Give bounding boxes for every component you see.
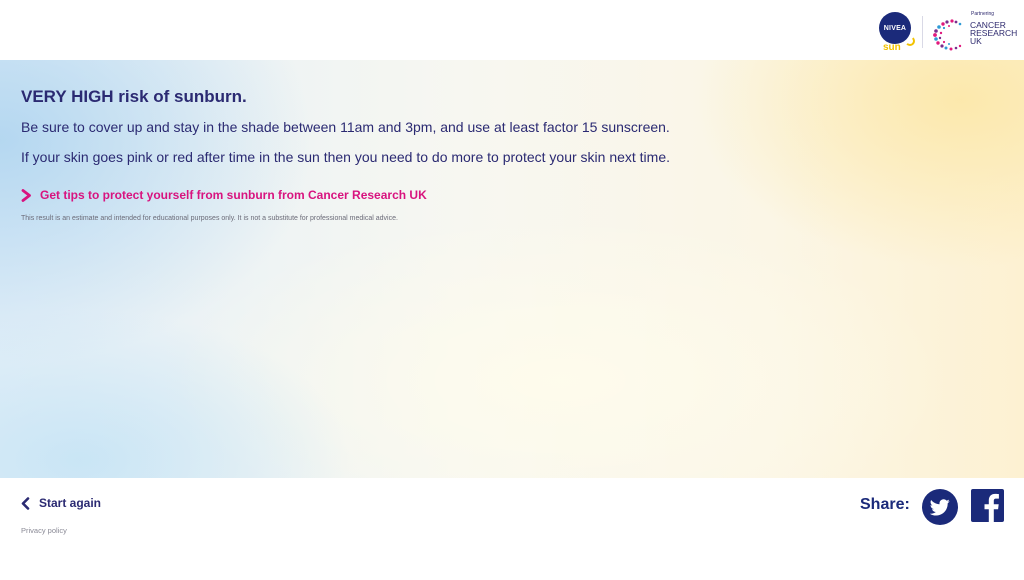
twitter-share-button[interactable]: [922, 489, 958, 525]
facebook-share-button[interactable]: [971, 489, 1004, 522]
privacy-policy-link[interactable]: Privacy policy: [21, 526, 67, 535]
logo-divider: [922, 16, 923, 48]
sunburn-tips-link-label: Get tips to protect yourself from sunbur…: [40, 188, 427, 202]
disclaimer-text: This result is an estimate and intended …: [21, 215, 398, 222]
facebook-icon: [984, 493, 999, 522]
cancer-research-uk-logo: Partnering CANCER RESEARCH UK: [930, 11, 1020, 55]
chevron-right-icon: [21, 188, 31, 202]
sun-arc-icon: [905, 36, 915, 46]
start-again-button[interactable]: Start again: [21, 496, 101, 510]
advice-paragraph-2: If your skin goes pink or red after time…: [21, 149, 671, 165]
nivea-sun-text: sun: [883, 42, 901, 53]
start-again-label: Start again: [39, 496, 102, 510]
nivea-sun-logo: NIVEA sun: [879, 12, 915, 54]
twitter-icon: [930, 498, 950, 515]
advice-paragraph-1: Be sure to cover up and stay in the shad…: [21, 119, 670, 135]
partnering-label: Partnering: [971, 11, 995, 17]
sunburn-tips-link[interactable]: Get tips to protect yourself from sunbur…: [21, 188, 427, 202]
chevron-left-icon: [21, 496, 30, 510]
risk-headline: VERY HIGH risk of sunburn.: [21, 87, 247, 106]
crk-line-3: UK: [970, 36, 982, 46]
cancer-research-uk-wordmark: CANCER RESEARCH UK: [970, 21, 1017, 46]
cancer-research-c-icon: [933, 19, 962, 51]
share-label: Share:: [860, 496, 910, 513]
top-bar: NIVEA sun Partnering CANCER RESEARCH UK: [0, 0, 1024, 60]
